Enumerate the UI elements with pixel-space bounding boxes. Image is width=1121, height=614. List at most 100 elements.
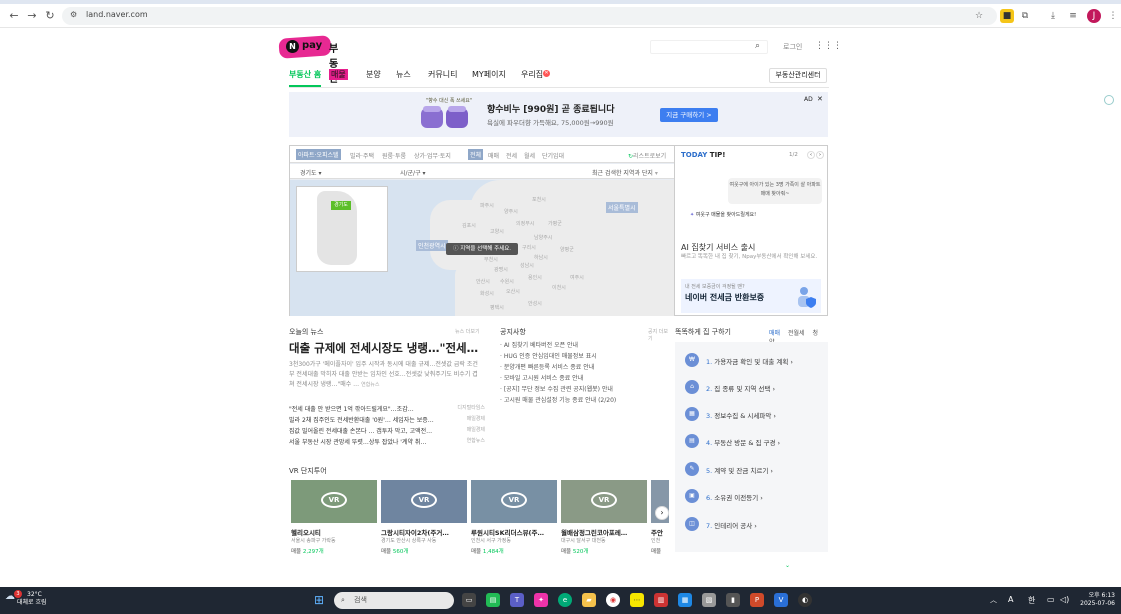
download-icon[interactable]: ⤓ [1046, 9, 1060, 23]
map-city-badge[interactable]: 인천광역시 [416, 240, 448, 251]
news-item[interactable]: 빌라 2채 집주인도 전세반환대출 '0원'… 세입자는 보증… 매일경제 [289, 415, 485, 426]
file-explorer-icon[interactable]: ▰ [582, 593, 596, 607]
vr-card[interactable]: 주안 인천 매물 [651, 480, 669, 572]
bookmark-star-icon[interactable]: ☆ [972, 9, 986, 23]
powerpoint-icon[interactable]: P [750, 593, 764, 607]
reload-icon[interactable]: ↻ [42, 8, 58, 24]
search-icon[interactable]: ⌕ [755, 41, 760, 51]
news-item[interactable]: 집값 밀어올린 전세대출 손본다 … 갭투자 막고, 고액전… 매일경제 [289, 426, 485, 437]
ad-buy-button[interactable]: 지금 구매하기 > [660, 108, 718, 122]
news-summary[interactable]: 3천300가구 '메이플자이' 입주 시작과 동시에 대출 규제…전셋값 급락 … [289, 360, 479, 390]
address-bar[interactable]: ⚙ land.naver.com [62, 7, 997, 25]
search-input[interactable] [650, 40, 768, 54]
vr-card[interactable]: VR 루원시티SK리더스뷰(주… 인천시 서구 가정동 매물 1,484개 [471, 480, 557, 572]
site-info-icon[interactable]: ⚙ [70, 10, 77, 19]
news-list: "전세 대출 안 받으면 1억 깎아드릴게요"…조감… 디지털타임스 빌라 2채 … [289, 404, 485, 448]
tip-headline[interactable]: AI 집찾기 서비스 출시 [681, 242, 755, 253]
region2-select[interactable]: 시/군/구 ▾ [400, 168, 426, 177]
notice-item[interactable]: · HUG 인증 안심임대인 매물정보 표시 [500, 351, 616, 362]
agent-center-button[interactable]: 부동산관리센터 [769, 68, 827, 83]
list-view-button[interactable]: ↻리스트로보기 [628, 151, 666, 160]
app-icon[interactable]: ▤ [486, 593, 500, 607]
tip-next-icon[interactable]: › [816, 151, 824, 159]
app-icon[interactable]: ◐ [798, 593, 812, 607]
tab-apartment[interactable]: 아파트·오피스텔 [296, 149, 341, 160]
extensions-puzzle-icon[interactable]: ⧉ [1018, 9, 1032, 23]
tab-monthly[interactable]: 월세 [524, 151, 535, 160]
tip-prev-icon[interactable]: ‹ [807, 151, 815, 159]
extension-icon[interactable]: ■ [1000, 9, 1014, 23]
nav-home[interactable]: 부동산 홈 [289, 69, 321, 80]
edge-icon[interactable]: e [558, 593, 572, 607]
vr-card[interactable]: VR 월배삼정그린코아포레… 대구시 달서구 대천동 매물 520개 [561, 480, 647, 572]
taskbar-search[interactable]: ⌕ 검색 [334, 592, 454, 609]
network-icon[interactable]: ▭ [1047, 595, 1055, 604]
vr-card[interactable]: VR 헬리오시티 서울시 송파구 가락동 매물 2,297개 [291, 480, 377, 572]
tip-ai-card[interactable]: 여웃구에 아이가 있는 3명 가족이 살 아파트 매매 찾아줘~ ✦ 여웃구 매… [684, 176, 822, 236]
app-icon[interactable]: V [774, 593, 788, 607]
map-canvas[interactable]: 경기도 파주시 양주시 포천시 의정부시 가평군 남양주시 고양시 김포시 구리… [290, 180, 674, 316]
app-icon[interactable]: ▮ [726, 593, 740, 607]
tab-all[interactable]: 전체 [468, 149, 484, 160]
notice-item[interactable]: · 고시원 매물 관심설정 기능 종료 안내 (2/20) [500, 395, 616, 406]
guide-tab-sale[interactable]: 매매 [769, 330, 780, 337]
tab-jeonse[interactable]: 전세 [506, 151, 517, 160]
notice-item[interactable]: · [공지] 무단 정보 수집 관련 공지(웹봇) 안내 [500, 384, 616, 395]
region1-select[interactable]: 경기도 ▾ [300, 168, 321, 177]
apps-grid-icon[interactable]: ⋮⋮⋮ [815, 41, 842, 51]
task-view-icon[interactable]: ▭ [462, 593, 476, 607]
document-icon: ▣ [685, 489, 699, 503]
jeonse-guarantee-banner[interactable]: 내 전세 보증금이 걱정될 땐? 네이버 전세금 반환보증 [681, 279, 821, 313]
map-city-badge[interactable]: 서울특별시 [606, 202, 638, 213]
nav-news[interactable]: 뉴스 [396, 69, 411, 80]
notice-item[interactable]: · 분양개편 빠른등록 서비스 종료 안내 [500, 362, 616, 373]
nav-mypage[interactable]: MY페이지 [472, 69, 506, 80]
login-link[interactable]: 로그인 [783, 42, 802, 52]
tab-commercial[interactable]: 상가·업무·토지 [414, 151, 451, 160]
app-icon[interactable]: ▥ [654, 593, 668, 607]
news-item[interactable]: "전세 대출 안 받으면 1억 깎아드릴게요"…조감… 디지털타임스 [289, 404, 485, 415]
nav-listings[interactable]: 매물 [329, 69, 348, 80]
ad-close-icon[interactable]: ✕ [817, 95, 823, 103]
system-clock[interactable]: 오후 6:13 2025-07-06 [1075, 592, 1115, 608]
menu-kebab-icon[interactable]: ⋮ [1106, 9, 1120, 23]
chrome-icon[interactable]: ◉ [606, 593, 620, 607]
app-icon[interactable]: ▦ [678, 593, 692, 607]
back-icon[interactable]: ← [6, 8, 22, 24]
nav-presale[interactable]: 분양 [366, 69, 381, 80]
tab-shortterm[interactable]: 단기임대 [542, 151, 564, 160]
tab-search-icon[interactable]: ≡ [1066, 9, 1080, 23]
notice-item[interactable]: · AI 집찾기 베타버전 오픈 안내 [500, 340, 616, 351]
news-headline[interactable]: 대출 규제에 전세시장도 냉랭…"전세… [289, 340, 478, 356]
recent-search-select[interactable]: 최근 검색한 지역과 단지 ▾ [592, 168, 658, 177]
ad-banner[interactable]: "향수 대신 폭 쓰세요" 향수비누 [990원] 곧 종료됩니다 욕실에 파우… [289, 92, 828, 137]
app-icon[interactable]: ▧ [702, 593, 716, 607]
tab-villa[interactable]: 빌라·주택 [350, 151, 374, 160]
tab-oneroom[interactable]: 원룸·투룸 [382, 151, 406, 160]
copilot-icon[interactable]: ✦ [534, 593, 548, 607]
minimap[interactable]: 경기도 [296, 186, 388, 272]
vr-card[interactable]: VR 그랑시티자이2차(주거… 경기도 안산시 상록구 사동 매물 560개 [381, 480, 467, 572]
nav-community[interactable]: 커뮤니티 [428, 69, 457, 80]
kakaotalk-icon[interactable]: ⋯ [630, 593, 644, 607]
notice-more-link[interactable]: 공지 더보기 [648, 328, 668, 342]
forward-icon[interactable]: → [24, 8, 40, 24]
myhome-close-icon[interactable]: ✕ [543, 70, 550, 77]
map-filter-tabs: 아파트·오피스텔 빌라·주택 원룸·투룸 상가·업무·토지 전체 매매 전세 월… [290, 146, 674, 163]
guide-tab-rent[interactable]: 전월세 [788, 330, 805, 337]
nav-myhome[interactable]: 우리집 [521, 69, 543, 80]
tab-sale[interactable]: 매매 [488, 151, 499, 160]
side-refresh-icon[interactable] [1104, 95, 1114, 105]
vr-next-icon[interactable]: › [655, 506, 669, 520]
teams-icon[interactable]: T [510, 593, 524, 607]
chevron-down-icon[interactable]: ⌄ [785, 562, 790, 569]
notice-item[interactable]: · 모바일 고시원 서비스 종료 안내 [500, 373, 616, 384]
ime-lang[interactable]: 한 [1028, 595, 1035, 606]
volume-icon[interactable]: ◁) [1060, 595, 1069, 604]
tray-chevron-icon[interactable]: ︿ [990, 595, 997, 605]
news-item[interactable]: 서울 부동산 시장 관망세 뚜렷…상투 잡았나 '계약 취… 연합뉴스 [289, 437, 485, 448]
news-more-link[interactable]: 뉴스 더보기 [455, 328, 480, 335]
windows-start-icon[interactable]: ⊞ [312, 593, 326, 607]
profile-avatar[interactable]: J [1087, 9, 1101, 23]
ime-a-icon[interactable]: A [1008, 595, 1013, 604]
